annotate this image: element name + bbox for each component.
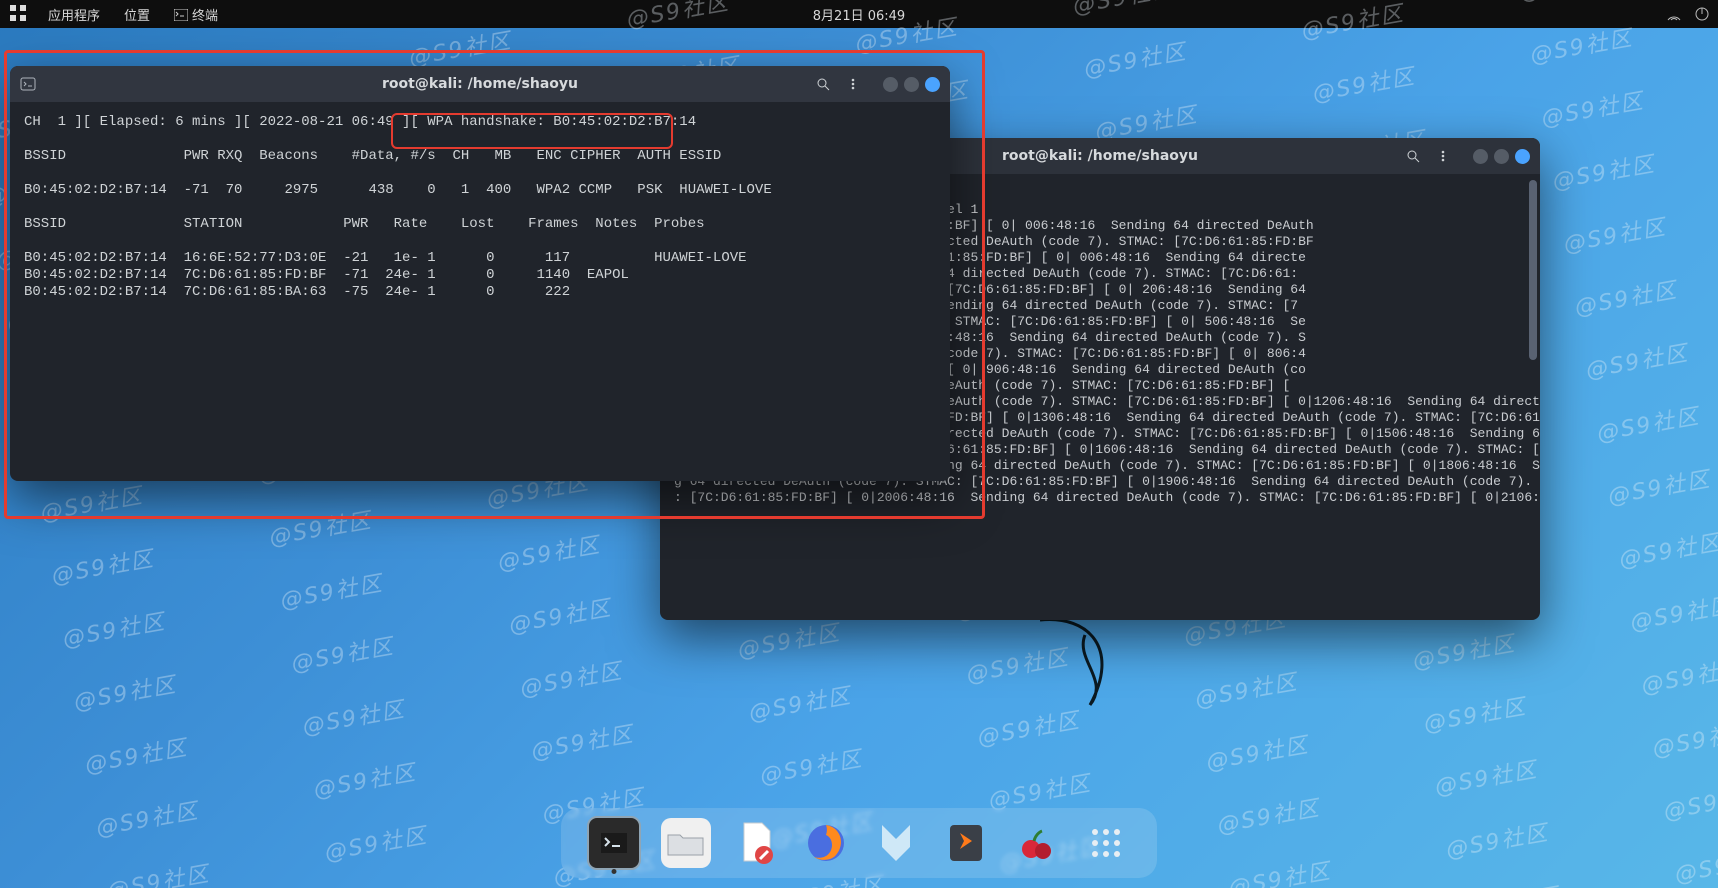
dock-app-terminal[interactable] bbox=[587, 816, 641, 870]
window-title: root@kali: /home/shaoyu bbox=[382, 76, 578, 92]
top-panel: 应用程序 位置 终端 8月21日 06:49 bbox=[0, 0, 1718, 28]
menu-applications[interactable]: 应用程序 bbox=[48, 5, 100, 24]
dock-app-burpsuite[interactable] bbox=[941, 818, 991, 868]
menu-places[interactable]: 位置 bbox=[124, 5, 150, 24]
close-button[interactable] bbox=[925, 77, 940, 92]
panel-clock[interactable]: 8月21日 06:49 bbox=[813, 5, 905, 24]
window-title: root@kali: /home/shaoyu bbox=[1002, 148, 1198, 164]
power-icon[interactable] bbox=[1694, 6, 1710, 22]
maximize-button[interactable] bbox=[904, 77, 919, 92]
dock-app-text-editor[interactable] bbox=[731, 818, 781, 868]
menu-icon[interactable] bbox=[839, 72, 867, 96]
minimize-button[interactable] bbox=[1473, 149, 1488, 164]
system-tray[interactable] bbox=[1654, 6, 1710, 22]
dock-app-metasploit[interactable] bbox=[871, 818, 921, 868]
titlebar[interactable]: root@kali: /home/shaoyu bbox=[10, 66, 950, 102]
terminal-window-airodump[interactable]: root@kali: /home/shaoyu CH 1 ][ Elapsed:… bbox=[10, 66, 950, 481]
menu-terminal[interactable]: 终端 bbox=[174, 5, 218, 24]
dock-app-files[interactable] bbox=[661, 818, 711, 868]
terminal-output[interactable]: CH 1 ][ Elapsed: 6 mins ][ 2022-08-21 06… bbox=[10, 102, 950, 313]
kali-dragon-wallpaper-icon bbox=[1030, 610, 1150, 730]
search-icon[interactable] bbox=[1399, 144, 1427, 168]
dock-app-cherrytree[interactable] bbox=[1011, 818, 1061, 868]
search-icon[interactable] bbox=[809, 72, 837, 96]
dock-app-show-applications[interactable] bbox=[1081, 818, 1131, 868]
dock-app-firefox[interactable] bbox=[801, 818, 851, 868]
close-button[interactable] bbox=[1515, 149, 1530, 164]
menu-terminal-label: 终端 bbox=[192, 9, 218, 24]
activities-icon[interactable] bbox=[8, 3, 30, 25]
network-icon[interactable] bbox=[1666, 6, 1682, 22]
prompt-icon bbox=[20, 76, 36, 92]
maximize-button[interactable] bbox=[1494, 149, 1509, 164]
minimize-button[interactable] bbox=[883, 77, 898, 92]
dock bbox=[561, 808, 1157, 878]
scrollbar[interactable] bbox=[1529, 180, 1537, 360]
menu-icon[interactable] bbox=[1429, 144, 1457, 168]
